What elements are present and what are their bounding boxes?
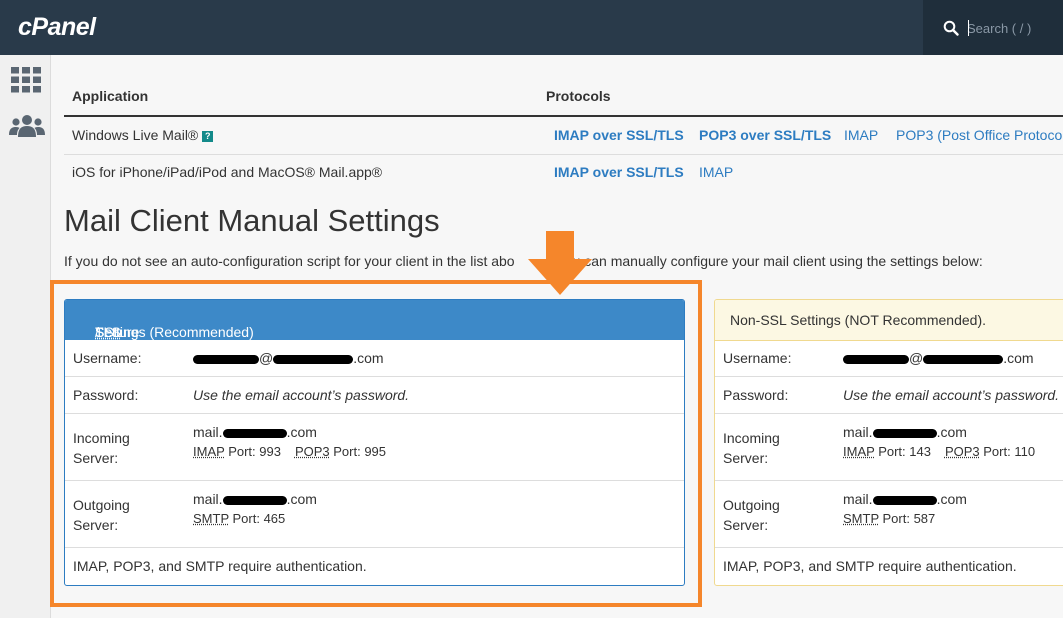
- table-row: iOS for iPhone/iPad/iPod and MacOS® Mail…: [64, 154, 1063, 191]
- search-input[interactable]: [967, 16, 1057, 40]
- incoming-ports: IMAP Port: 143 POP3 Port: 110: [843, 444, 1035, 459]
- app-name: Windows Live Mail®?: [72, 127, 213, 143]
- left-rail: [0, 55, 51, 618]
- redacted: [873, 496, 937, 505]
- app-name: iOS for iPhone/iPad/iPod and MacOS® Mail…: [72, 164, 382, 180]
- password-value: Use the email account’s password.: [843, 387, 1059, 403]
- highlight-frame: [50, 280, 702, 607]
- redacted: [923, 355, 1003, 364]
- page-title: Mail Client Manual Settings: [64, 203, 440, 239]
- host-prefix: mail.: [843, 491, 873, 507]
- non-ssl-panel-heading: Non-SSL Settings (NOT Recommended).: [715, 300, 1063, 341]
- imap-port: Port: 143: [878, 444, 931, 459]
- incoming-row: Incoming Server: mail. .com IMAP Port: 14…: [715, 414, 1063, 481]
- at-sign: @: [909, 350, 923, 366]
- incoming-host: mail. .com: [843, 424, 967, 440]
- username-row: Username: @ .com: [715, 340, 1063, 377]
- smtp-abbr: SMTP: [843, 511, 879, 526]
- help-icon[interactable]: ?: [202, 131, 213, 142]
- smtp-port: Port: 587: [883, 511, 936, 526]
- pop3-port: Port: 110: [983, 444, 1035, 459]
- redacted: [843, 355, 909, 364]
- pop3-abbr: POP3: [945, 444, 980, 459]
- protocol-link[interactable]: IMAP: [699, 164, 733, 180]
- domain-suffix: .com: [1003, 350, 1033, 366]
- text-caret: [968, 20, 969, 36]
- incoming-label: Incoming: [723, 430, 780, 446]
- arrow-down-icon: [528, 231, 592, 296]
- outgoing-label: Outgoing: [723, 497, 780, 513]
- cpanel-logo[interactable]: cPanel: [18, 13, 96, 42]
- protocol-link[interactable]: POP3 over SSL/TLS: [699, 127, 831, 143]
- app-name-text: Windows Live Mail®: [72, 127, 198, 143]
- table-header: Application Protocols: [64, 78, 1063, 117]
- host-suffix: .com: [937, 424, 967, 440]
- users-icon[interactable]: [9, 113, 45, 139]
- top-bar: cPanel: [0, 0, 1063, 55]
- username-label: Username:: [723, 350, 791, 366]
- auth-note-row: IMAP, POP3, and SMTP require authenticat…: [715, 548, 1063, 585]
- col-protocols: Protocols: [546, 88, 611, 104]
- username-value: @ .com: [843, 350, 1034, 366]
- password-label: Password:: [723, 387, 788, 403]
- intro-text-a: If you do not see an auto-configuration …: [64, 253, 515, 269]
- outgoing-host: mail. .com: [843, 491, 967, 507]
- search-box[interactable]: [923, 0, 1063, 55]
- protocol-link[interactable]: POP3 (Post Office Protoco: [896, 127, 1062, 143]
- protocol-link[interactable]: IMAP: [844, 127, 878, 143]
- outgoing-row: Outgoing Server: mail. .com SMTP Port: 58…: [715, 481, 1063, 548]
- non-ssl-heading-text: Non-SSL Settings (NOT Recommended).: [730, 312, 986, 328]
- intro-text-b: u can manually configure your mail clien…: [573, 253, 983, 269]
- host-prefix: mail.: [843, 424, 873, 440]
- non-ssl-settings-panel: Non-SSL Settings (NOT Recommended). User…: [714, 299, 1063, 586]
- incoming-label-2: Server:: [723, 450, 768, 466]
- redacted: [873, 429, 937, 438]
- imap-abbr: IMAP: [843, 444, 875, 459]
- grid-icon[interactable]: [11, 67, 41, 93]
- protocol-link[interactable]: IMAP over SSL/TLS: [554, 164, 684, 180]
- auth-note: IMAP, POP3, and SMTP require authenticat…: [723, 558, 1017, 574]
- search-icon[interactable]: [943, 20, 959, 36]
- protocol-link[interactable]: IMAP over SSL/TLS: [554, 127, 684, 143]
- host-suffix: .com: [937, 491, 967, 507]
- outgoing-ports: SMTP Port: 587: [843, 511, 935, 526]
- col-application: Application: [72, 88, 148, 104]
- table-row: Windows Live Mail®? IMAP over SSL/TLS PO…: [64, 117, 1063, 155]
- password-row: Password: Use the email account’s passwo…: [715, 377, 1063, 414]
- outgoing-label-2: Server:: [723, 517, 768, 533]
- intro-text: If you do not see an auto-configuration …: [64, 253, 983, 269]
